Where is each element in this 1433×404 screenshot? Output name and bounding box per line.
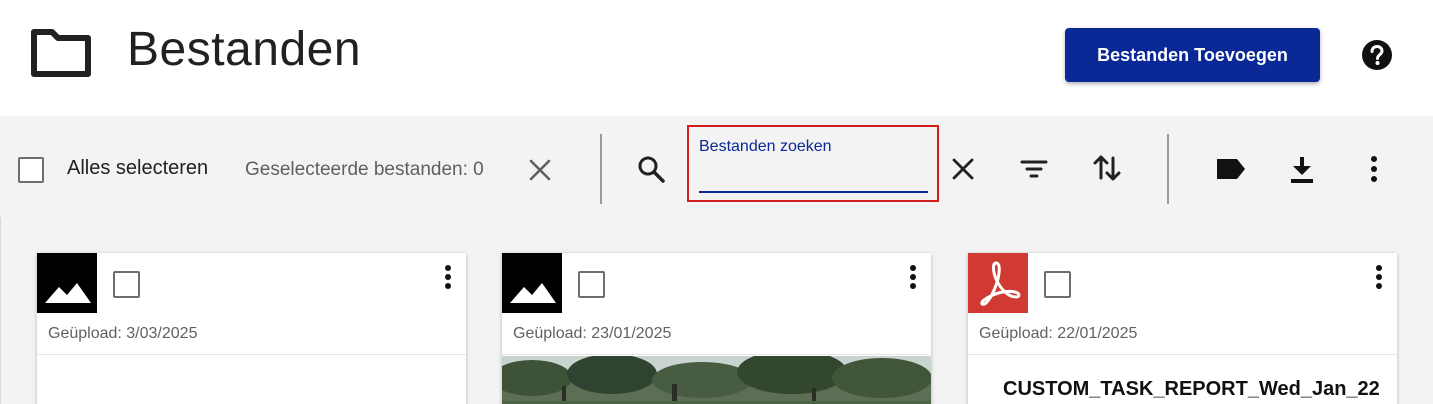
clear-search-icon[interactable] [949, 155, 977, 183]
search-input[interactable] [699, 163, 928, 193]
image-icon [502, 253, 562, 313]
file-toolbar: Alles selecteren Geselecteerde bestanden… [0, 116, 1433, 217]
more-vert-icon[interactable] [438, 263, 458, 293]
file-select-checkbox[interactable] [578, 271, 605, 298]
toolbar-divider [600, 134, 602, 204]
file-card-header: Geüpload: 23/01/2025 [502, 253, 931, 355]
image-preview[interactable] [502, 356, 931, 404]
file-select-checkbox[interactable] [113, 271, 140, 298]
folder-icon [31, 29, 91, 77]
more-vert-icon[interactable] [1369, 263, 1389, 293]
search-icon[interactable] [636, 154, 666, 184]
page-header: Bestanden Bestanden Toevoegen [0, 0, 1433, 116]
close-icon[interactable] [526, 156, 554, 184]
upload-date: Geüpload: 3/03/2025 [48, 325, 198, 342]
file-name[interactable]: CUSTOM_TASK_REPORT_Wed_Jan_22 [1003, 378, 1380, 401]
filter-icon[interactable] [1019, 154, 1049, 184]
image-icon [37, 253, 97, 313]
tag-icon[interactable] [1213, 154, 1247, 184]
more-vert-icon[interactable] [1362, 153, 1386, 185]
toolbar-divider [1167, 134, 1169, 204]
select-all-checkbox[interactable] [18, 157, 44, 183]
download-icon[interactable] [1287, 153, 1317, 185]
select-all-label[interactable]: Alles selecteren [67, 157, 208, 180]
file-card[interactable]: Geüpload: 3/03/2025 [37, 253, 466, 404]
file-preview[interactable] [37, 356, 466, 404]
help-icon[interactable] [1361, 39, 1393, 71]
sort-icon[interactable] [1092, 152, 1122, 184]
upload-date: Geüpload: 23/01/2025 [513, 325, 672, 342]
file-card-header: Geüpload: 22/01/2025 [968, 253, 1397, 355]
file-card-header: Geüpload: 3/03/2025 [37, 253, 466, 355]
more-vert-icon[interactable] [903, 263, 923, 293]
file-card[interactable]: Geüpload: 23/01/2025 [502, 253, 931, 404]
search-field-label: Bestanden zoeken [699, 138, 832, 155]
upload-date: Geüpload: 22/01/2025 [979, 325, 1138, 342]
add-files-button[interactable]: Bestanden Toevoegen [1065, 28, 1320, 82]
file-select-checkbox[interactable] [1044, 271, 1071, 298]
page-title: Bestanden [127, 23, 362, 76]
search-field[interactable]: Bestanden zoeken [687, 125, 939, 202]
selected-files-count: Geselecteerde bestanden: 0 [245, 159, 484, 180]
file-card[interactable]: Geüpload: 22/01/2025 CUSTOM_TASK_REPORT_… [968, 253, 1397, 404]
pdf-icon [968, 253, 1028, 313]
